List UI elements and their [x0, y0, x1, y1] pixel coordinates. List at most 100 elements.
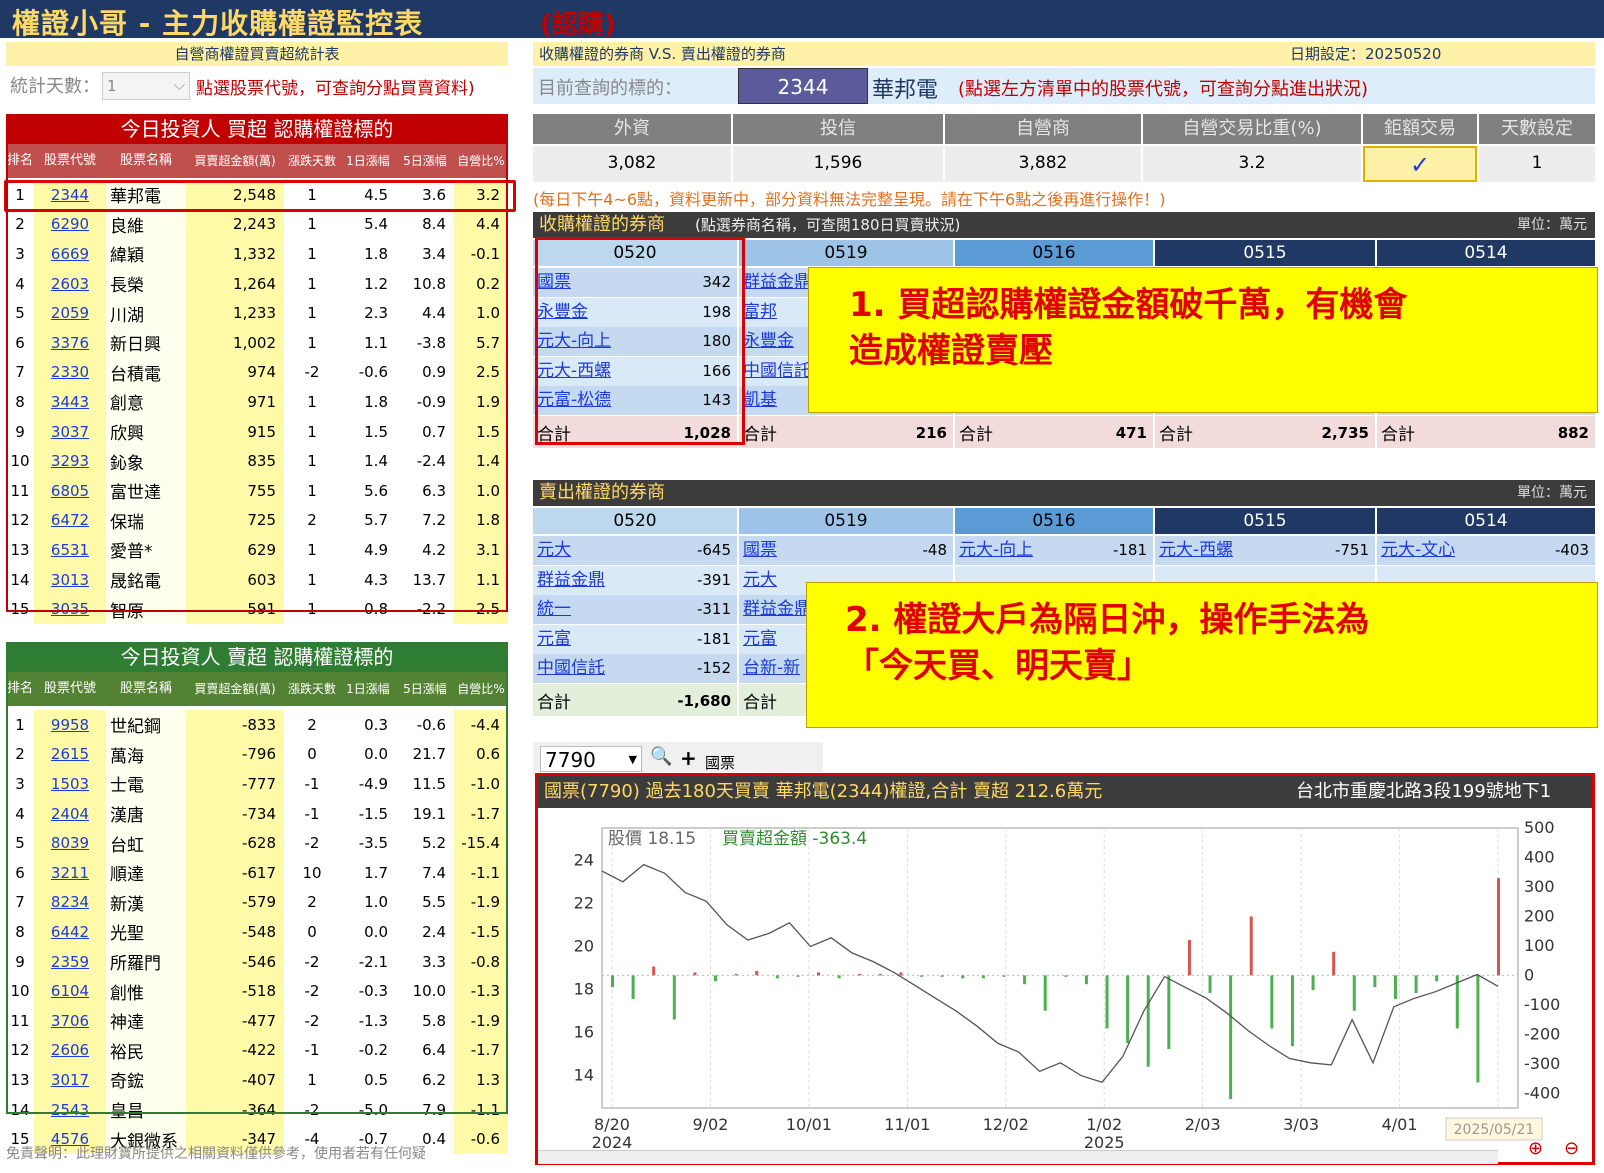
sell-date-header: 0515 [1155, 508, 1375, 534]
y-right-tick: 300 [1524, 877, 1555, 896]
update-notice: (每日下午4~6點，資料更新中，部分資料無法完整呈現。請在下午6點之後再進行操作… [533, 190, 1166, 209]
zoom-out-icon[interactable]: ⊖ [1564, 1138, 1579, 1159]
flow-bar [714, 975, 718, 982]
y-right-tick: 0 [1524, 965, 1534, 984]
flow-bar [1002, 975, 1006, 977]
stats-header-cell: 天數設定 [1479, 114, 1595, 144]
query-code-input[interactable]: 2344 [738, 68, 868, 104]
callout-1-line1: 1. 買超認購權證金額破千萬，有機會 [849, 285, 1408, 325]
stats-header-cell: 自營商 [945, 114, 1141, 144]
total-label: 合計 [537, 692, 571, 713]
y-left-tick: 22 [574, 893, 594, 912]
chart-header: 國票(7790) 過去180天買賣 華邦電(2344)權證,合計 賣超 212.… [538, 776, 1592, 808]
zoom-in-icon[interactable]: ⊕ [1528, 1138, 1543, 1159]
broker-code-value: 7790 [545, 748, 596, 772]
total-value: -1,680 [677, 691, 731, 710]
chart-plot: 8/20 9/02 10/01 11/01 12/02 1/02 2/03 3/03 4/01 5… [574, 818, 1561, 1152]
date-setting: 日期設定：20250520 [1290, 42, 1441, 66]
disclaimer: 免責聲明：此理財寶所提供之相關資料僅供參考，使用者若有任何疑 [6, 1146, 426, 1162]
buy-date-header: 0516 [955, 240, 1153, 266]
flow-bar [1023, 975, 1027, 985]
chart-title: 國票(7790) 過去180天買賣 華邦電(2344)權證,合計 賣超 212.… [544, 781, 1103, 802]
flow-bar [672, 975, 676, 1020]
x-tick-label: 11/01 [884, 1115, 930, 1134]
total-label: 合計 [1159, 424, 1193, 445]
flow-bar [1146, 975, 1150, 1067]
right-header-title: 收購權證的券商 V.S. 賣出權證的券商 [539, 45, 786, 63]
stats-value-cell[interactable]: 1 [1479, 146, 1595, 182]
total-label: 合計 [1381, 424, 1415, 445]
price-legend: 股價 18.15 [608, 829, 696, 849]
flow-bar [755, 970, 759, 976]
stats-value-cell: 3.2 [1143, 146, 1361, 182]
flow-bar [817, 972, 821, 976]
selected-date: 2025/05/21 [1454, 1122, 1535, 1138]
flow-bar [1208, 975, 1212, 994]
stats-header-cell: 外資 [533, 114, 731, 144]
y-right-tick: -200 [1524, 1024, 1560, 1043]
zoom-icon[interactable]: 🔍 [650, 746, 672, 767]
y-right-tick: 500 [1524, 818, 1555, 837]
sell-broker-value: -751 [1334, 541, 1369, 559]
sell-date-header: 0520 [533, 508, 737, 534]
callout-1-line2: 造成權證賣壓 [849, 331, 1053, 371]
flow-bar [1352, 975, 1356, 1011]
total-label: 合計 [743, 692, 777, 713]
query-stock-name: 華邦電 [872, 78, 939, 103]
sell-broker-value: -181 [1112, 541, 1147, 559]
total-label: 合計 [743, 424, 777, 445]
stats-value-cell: 3,082 [533, 146, 731, 182]
app-subtitle: (認購) [540, 10, 616, 40]
broker-code-select[interactable]: 7790 ▼ [540, 746, 642, 772]
stats-panel: 外資 3,082 投信 1,596 自營商 3,882 自營交易比重(%) 3.2 鉅額交易 ✓ 天… [533, 114, 1595, 182]
buy-brokers-title: 收購權證的券商 [539, 214, 665, 235]
chart-scrollbar[interactable] [538, 1150, 1498, 1164]
x-tick-label: 1/02 [1086, 1115, 1122, 1134]
total-label: 合計 [959, 424, 993, 445]
buy-brokers-hint: (點選券商名稱，可查閱180日買賣狀況) [695, 216, 961, 234]
date-label: 日期設定： [1290, 45, 1366, 63]
flow-bar [1497, 878, 1500, 976]
y-right-tick: -100 [1524, 995, 1560, 1014]
flow-bar [899, 972, 903, 976]
flow-bar [878, 973, 882, 976]
days-select[interactable]: 1 ⌵ [102, 72, 190, 100]
flow-bar [1084, 975, 1088, 985]
flow-bar [693, 972, 697, 976]
y-left-tick: 14 [574, 1066, 594, 1085]
flow-bar [796, 975, 800, 977]
y-left-tick: 20 [574, 936, 594, 955]
y-left-tick: 16 [574, 1023, 594, 1042]
flow-bar [611, 975, 614, 988]
sell-broker-value: -152 [696, 659, 731, 677]
sell-date-header: 0514 [1377, 508, 1595, 534]
x-tick-label: 2/03 [1185, 1115, 1221, 1134]
highlight-box-0520 [535, 237, 745, 445]
y-left-tick: 18 [574, 980, 594, 999]
sell-broker-link[interactable]: 國票 [739, 536, 883, 565]
x-tick-label: 8/20 [594, 1115, 630, 1134]
flow-bar [1187, 940, 1191, 976]
y-right-tick: -300 [1524, 1054, 1560, 1073]
flow-bar [1064, 975, 1068, 977]
query-hint: (點選左方清單中的股票代號，可查詢分點進出狀況) [958, 79, 1369, 100]
broker-name: 國票 [705, 754, 736, 772]
block-trade-checkbox[interactable]: ✓ [1363, 146, 1477, 182]
flow-bar [1435, 975, 1439, 982]
flow-bar [940, 975, 944, 977]
sell-broker-link[interactable]: 元大-文心 [1377, 536, 1525, 565]
flow-bar [1311, 975, 1315, 991]
add-icon[interactable]: + [680, 746, 697, 770]
callout-2-line2: 「今天買、明天賣」 [845, 646, 1151, 686]
x-tick-label: 9/02 [692, 1115, 728, 1134]
flow-bar [837, 975, 841, 979]
sell-brokers-title: 賣出權證的券商 [539, 482, 665, 503]
flow-bar [961, 975, 965, 979]
date-value[interactable]: 20250520 [1365, 45, 1441, 63]
buy-brokers-unit: 單位：萬元 [1517, 217, 1587, 233]
sell-date-header: 0519 [739, 508, 953, 534]
stats-header-cell: 投信 [733, 114, 943, 144]
app-title: 權證小哥 - 主力收購權證監控表 [12, 7, 424, 40]
sell-broker-link[interactable]: 元大-西螺 [1155, 536, 1305, 565]
dropdown-arrow-icon: ▼ [628, 753, 637, 766]
